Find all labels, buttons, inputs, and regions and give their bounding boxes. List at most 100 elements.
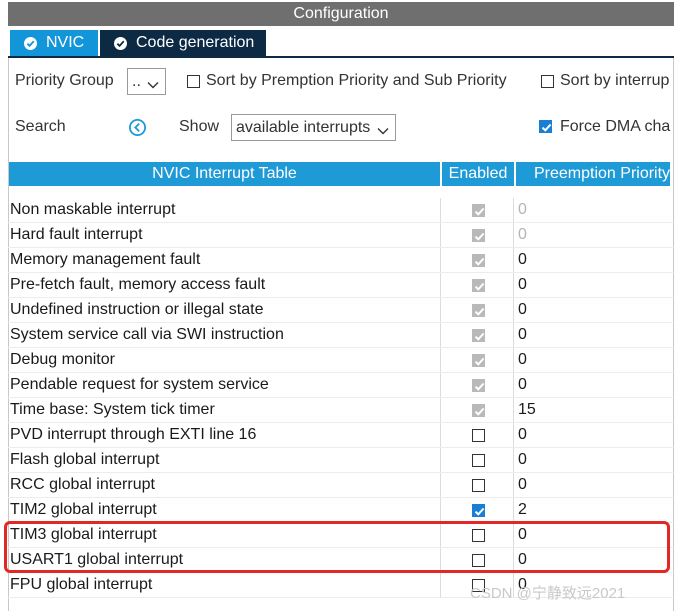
enabled-checkbox (472, 279, 485, 292)
chevron-down-icon (377, 122, 389, 140)
enabled-checkbox[interactable] (472, 454, 485, 467)
interrupt-name: Debug monitor (10, 351, 115, 368)
enabled-checkbox[interactable] (472, 504, 485, 517)
sort-premption-checkbox[interactable] (187, 75, 200, 88)
enabled-checkbox[interactable] (472, 554, 485, 567)
tab-nvic[interactable]: NVIC (10, 30, 98, 56)
enabled-checkbox (472, 329, 485, 342)
enabled-checkbox (472, 254, 485, 267)
sort-interrupt-checkbox[interactable] (541, 75, 554, 88)
table-row[interactable]: USART1 global interrupt 0 (8, 548, 674, 573)
tab-code-generation[interactable]: Code generation (100, 30, 266, 56)
enabled-checkbox[interactable] (472, 429, 485, 442)
force-dma-label: Force DMA cha (560, 118, 671, 135)
table-row[interactable]: TIM2 global interrupt 2 (8, 498, 674, 523)
enabled-cell (440, 298, 514, 323)
table-row[interactable]: Debug monitor 0 (8, 348, 674, 373)
interrupt-name: Flash global interrupt (10, 451, 160, 468)
interrupt-name: RCC global interrupt (10, 476, 155, 493)
tab-bar: NVIC Code generation (8, 28, 674, 58)
interrupt-name: Hard fault interrupt (10, 226, 143, 243)
enabled-cell (440, 348, 514, 373)
enabled-cell (440, 373, 514, 398)
table-row[interactable]: TIM3 global interrupt 0 (8, 523, 674, 548)
show-label: Show (179, 118, 220, 135)
preemption-priority-value[interactable]: 0 (518, 226, 527, 244)
preemption-priority-value[interactable]: 15 (518, 401, 536, 419)
show-value: available interrupts (236, 118, 371, 136)
header-nvic-table[interactable]: NVIC Interrupt Table (9, 162, 440, 186)
show-select[interactable]: available interrupts (231, 114, 396, 141)
enabled-cell (440, 223, 514, 248)
enabled-cell (440, 398, 514, 423)
interrupt-name: System service call via SWI instruction (10, 326, 284, 343)
table-row[interactable]: Pendable request for system service 0 (8, 373, 674, 398)
table-row[interactable]: RCC global interrupt 0 (8, 473, 674, 498)
interrupt-table-body: Non maskable interrupt 0 Hard fault interr… (8, 198, 674, 598)
enabled-cell (440, 273, 514, 298)
tab-nvic-label: NVIC (46, 34, 85, 51)
interrupt-name: PVD interrupt through EXTI line 16 (10, 426, 257, 443)
preemption-priority-value[interactable]: 0 (518, 451, 527, 469)
preemption-priority-value[interactable]: 2 (518, 501, 527, 519)
priority-group-value: .. (132, 72, 141, 90)
table-row[interactable]: Time base: System tick timer 15 (8, 398, 674, 423)
header-preemption-priority[interactable]: Preemption Priority (516, 162, 670, 186)
preemption-priority-value[interactable]: 0 (518, 201, 527, 219)
enabled-checkbox (472, 379, 485, 392)
table-row[interactable]: Flash global interrupt 0 (8, 448, 674, 473)
table-row[interactable]: Memory management fault 0 (8, 248, 674, 273)
enabled-cell (440, 323, 514, 348)
enabled-checkbox[interactable] (472, 529, 485, 542)
preemption-priority-value[interactable]: 0 (518, 351, 527, 369)
preemption-priority-value[interactable]: 0 (518, 526, 527, 544)
sort-premption-label: Sort by Premption Priority and Sub Prior… (206, 72, 507, 89)
enabled-cell (440, 198, 514, 223)
table-row[interactable]: Pre-fetch fault, memory access fault 0 (8, 273, 674, 298)
check-circle-icon (114, 36, 127, 50)
header-enabled[interactable]: Enabled (442, 162, 514, 186)
interrupt-name: Pre-fetch fault, memory access fault (10, 276, 266, 293)
preemption-priority-value[interactable]: 0 (518, 251, 527, 269)
chevron-down-icon (147, 76, 159, 94)
enabled-cell (440, 498, 514, 523)
interrupt-name: USART1 global interrupt (10, 551, 184, 568)
preemption-priority-value[interactable]: 0 (518, 326, 527, 344)
preemption-priority-value[interactable]: 0 (518, 376, 527, 394)
priority-group-select[interactable]: .. (127, 68, 166, 95)
interrupt-name: Undefined instruction or illegal state (10, 301, 264, 318)
search-arrow-icon[interactable] (128, 118, 147, 142)
priority-group-label: Priority Group (15, 72, 114, 89)
table-row[interactable]: Hard fault interrupt 0 (8, 223, 674, 248)
preemption-priority-value[interactable]: 0 (518, 426, 527, 444)
interrupt-name: Memory management fault (10, 251, 201, 268)
enabled-checkbox (472, 229, 485, 242)
enabled-checkbox (472, 354, 485, 367)
enabled-checkbox[interactable] (472, 479, 485, 492)
interrupt-name: Time base: System tick timer (10, 401, 215, 418)
table-row[interactable]: Non maskable interrupt 0 (8, 198, 674, 223)
preemption-priority-value[interactable]: 0 (518, 476, 527, 494)
enabled-cell (440, 248, 514, 273)
enabled-checkbox (472, 304, 485, 317)
check-circle-icon (24, 36, 37, 50)
watermark: CSDN @宁静致远2021 (470, 585, 626, 602)
force-dma-checkbox[interactable] (539, 120, 552, 133)
search-label: Search (15, 118, 66, 135)
table-row[interactable]: Undefined instruction or illegal state 0 (8, 298, 674, 323)
sort-interrupt-label: Sort by interrup (560, 72, 670, 89)
enabled-cell (440, 523, 514, 548)
table-row[interactable]: System service call via SWI instruction 0 (8, 323, 674, 348)
interrupt-name: Non maskable interrupt (10, 201, 176, 218)
table-row[interactable]: PVD interrupt through EXTI line 16 0 (8, 423, 674, 448)
interrupt-name: Pendable request for system service (10, 376, 269, 393)
preemption-priority-value[interactable]: 0 (518, 551, 527, 569)
enabled-cell (440, 473, 514, 498)
preemption-priority-value[interactable]: 0 (518, 276, 527, 294)
preemption-priority-value[interactable]: 0 (518, 301, 527, 319)
enabled-checkbox (472, 404, 485, 417)
enabled-checkbox (472, 204, 485, 217)
enabled-cell (440, 448, 514, 473)
interrupt-name: TIM3 global interrupt (10, 526, 157, 543)
window-title: Configuration (8, 2, 674, 26)
